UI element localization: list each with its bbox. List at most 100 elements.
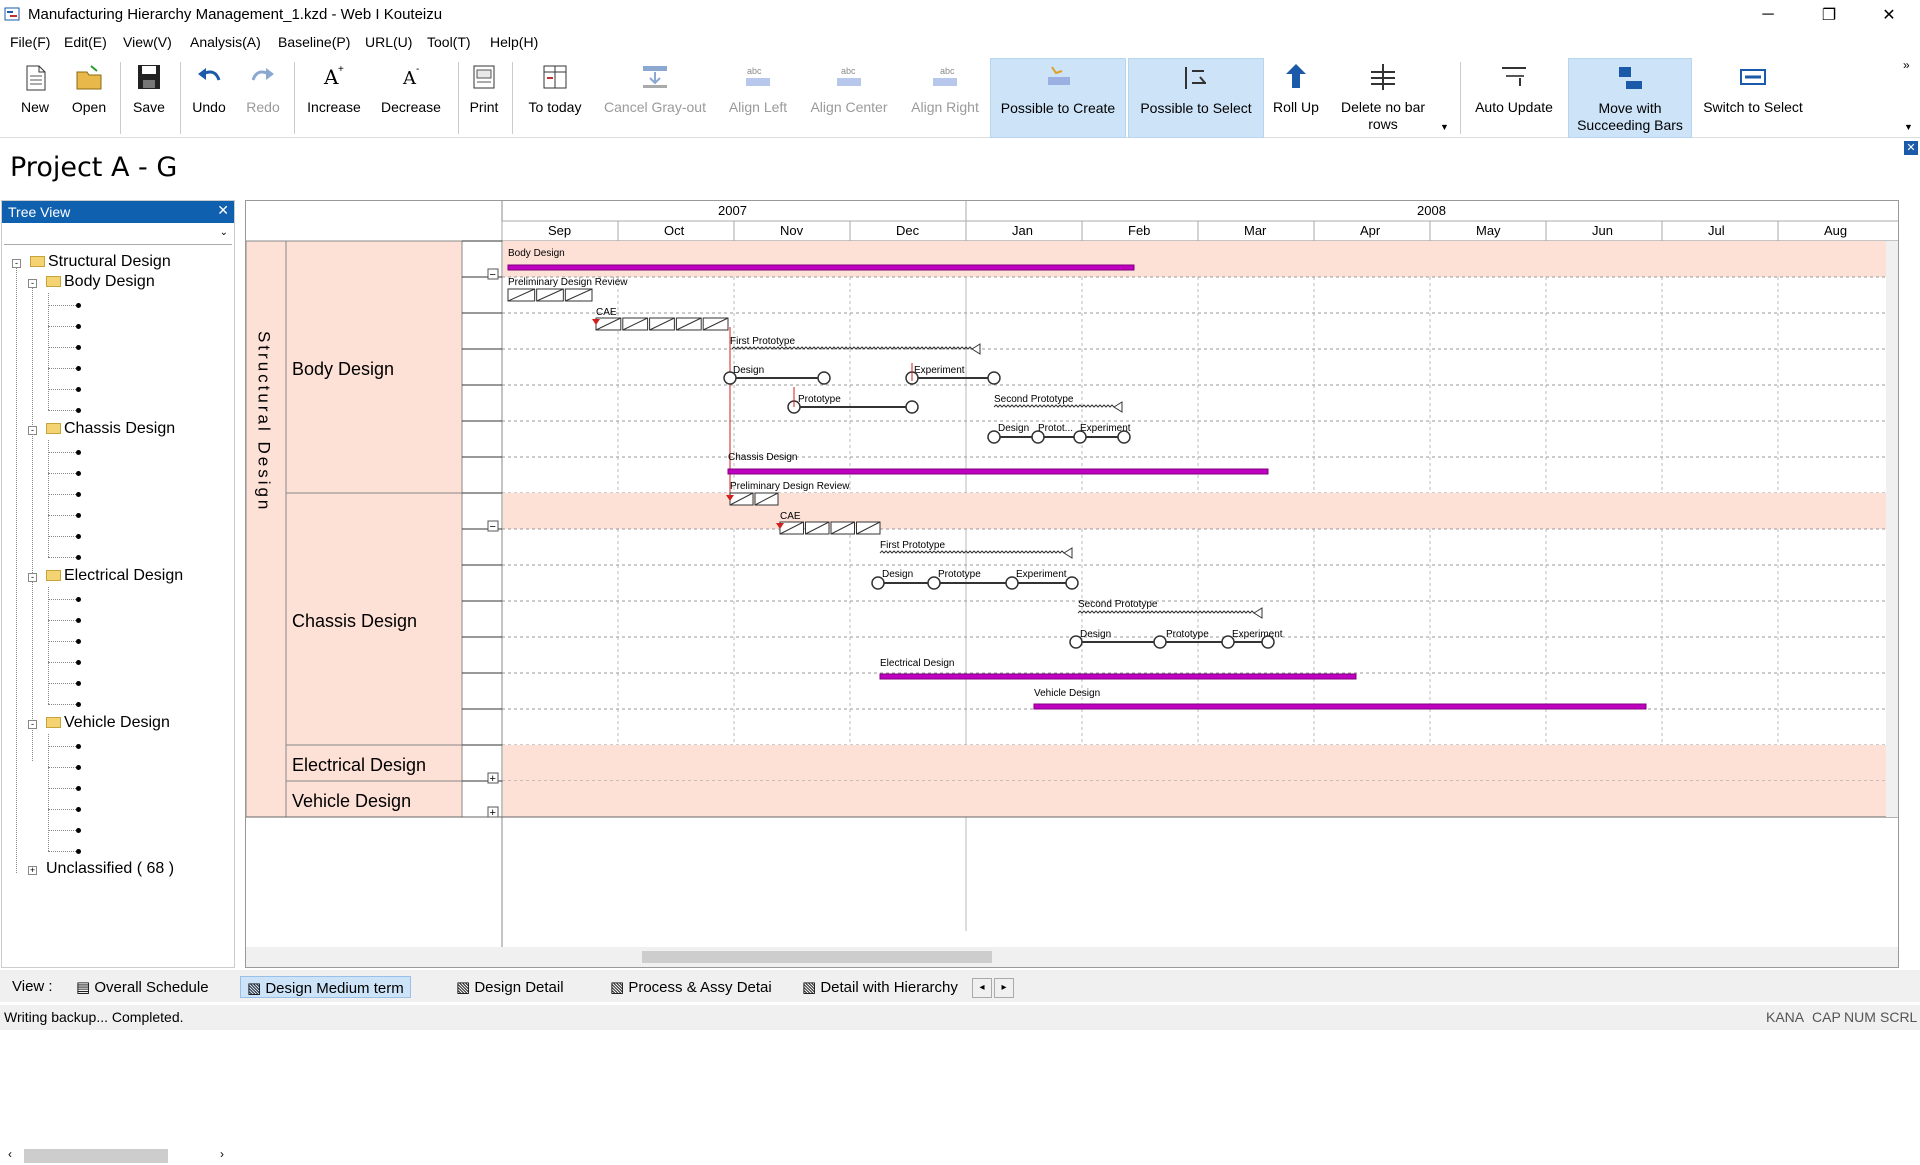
scroll-left-icon[interactable]: ‹ bbox=[8, 1147, 12, 1161]
redo-button[interactable]: Redo bbox=[240, 58, 286, 138]
tree-node[interactable]: Electrical Design bbox=[46, 567, 183, 585]
milestone-node[interactable] bbox=[817, 371, 831, 385]
tree-leaf[interactable] bbox=[76, 828, 81, 833]
tab-scroll-left-icon[interactable]: ◂ bbox=[972, 978, 992, 998]
milestone-node[interactable] bbox=[1153, 635, 1167, 649]
tree-leaf[interactable] bbox=[76, 366, 81, 371]
tree-leaf[interactable] bbox=[76, 534, 81, 539]
menu-file[interactable]: File(F) bbox=[10, 34, 50, 50]
close-panel-icon[interactable]: ✕ bbox=[1904, 141, 1918, 155]
menu-edit[interactable]: Edit(E) bbox=[64, 34, 107, 50]
align-right-button[interactable]: abc Align Right bbox=[902, 58, 988, 138]
tree-leaf[interactable] bbox=[76, 744, 81, 749]
menu-help[interactable]: Help(H) bbox=[490, 34, 538, 50]
align-left-button[interactable]: abc Align Left bbox=[720, 58, 796, 138]
auto-update-button[interactable]: Auto Update bbox=[1466, 58, 1562, 138]
possible-to-create-button[interactable]: Possible to Create bbox=[990, 58, 1126, 138]
tree-leaf[interactable] bbox=[76, 555, 81, 560]
scroll-thumb[interactable] bbox=[24, 1149, 168, 1163]
maximize-button[interactable]: ❐ bbox=[1806, 0, 1852, 30]
tree-leaf[interactable] bbox=[76, 660, 81, 665]
collapse-toggle-icon[interactable]: − bbox=[490, 521, 496, 533]
tree-leaf[interactable] bbox=[76, 618, 81, 623]
tree-node[interactable]: Unclassified ( 68 ) bbox=[46, 860, 174, 878]
cancel-grayout-button[interactable]: Cancel Gray-out bbox=[598, 58, 712, 138]
tree-leaf[interactable] bbox=[76, 324, 81, 329]
new-button[interactable]: New bbox=[12, 58, 58, 138]
milestone-line[interactable] bbox=[993, 404, 1115, 408]
tree-leaf[interactable] bbox=[76, 765, 81, 770]
tree-horizontal-scrollbar[interactable]: ‹ › bbox=[4, 1145, 234, 1165]
tree-leaf[interactable] bbox=[76, 681, 81, 686]
tree-leaf[interactable] bbox=[76, 807, 81, 812]
toolbar-overflow-icon[interactable]: » bbox=[1903, 58, 1910, 72]
tree-node[interactable]: Body Design bbox=[46, 273, 155, 291]
tab-design-detail[interactable]: ▧ Design Detail bbox=[450, 976, 570, 998]
milestone-node[interactable] bbox=[1117, 430, 1131, 444]
tree-node[interactable]: Chassis Design bbox=[46, 420, 175, 438]
close-tree-icon[interactable]: ✕ bbox=[217, 202, 229, 219]
toolbar-dropdown-icon[interactable]: ▼ bbox=[1904, 122, 1913, 132]
tree-leaf[interactable] bbox=[76, 450, 81, 455]
roll-up-button[interactable]: Roll Up bbox=[1266, 58, 1326, 138]
milestone-line[interactable] bbox=[879, 550, 1065, 554]
tree-leaf[interactable] bbox=[76, 702, 81, 707]
to-today-button[interactable]: To today bbox=[520, 58, 590, 138]
expand-toggle-icon[interactable]: - bbox=[12, 259, 21, 268]
tree-leaf[interactable] bbox=[76, 513, 81, 518]
tree-leaf[interactable] bbox=[76, 303, 81, 308]
expand-toggle-icon[interactable]: - bbox=[28, 279, 37, 288]
tab-overall-schedule[interactable]: ▤ Overall Schedule bbox=[70, 976, 215, 998]
decrease-button[interactable]: A- Decrease bbox=[376, 58, 446, 138]
tree-leaf[interactable] bbox=[76, 387, 81, 392]
tree-node[interactable]: Vehicle Design bbox=[46, 714, 170, 732]
collapse-toggle-icon[interactable]: + bbox=[490, 773, 496, 785]
milestone-node[interactable] bbox=[1261, 635, 1275, 649]
milestone-node[interactable] bbox=[871, 576, 885, 590]
menu-baseline[interactable]: Baseline(P) bbox=[278, 34, 350, 50]
tree-leaf[interactable] bbox=[76, 471, 81, 476]
milestone-node[interactable] bbox=[723, 371, 737, 385]
gantt-chart[interactable]: 2007 2008 Sep Oct Nov Dec Jan Feb Mar Apr May Jun Ju… bbox=[246, 201, 1899, 968]
menu-analysis[interactable]: Analysis(A) bbox=[190, 34, 261, 50]
increase-button[interactable]: A + Increase bbox=[304, 58, 364, 138]
summary-bar[interactable] bbox=[1033, 703, 1647, 710]
summary-bar[interactable] bbox=[879, 673, 1357, 680]
tab-scroll-right-icon[interactable]: ▸ bbox=[994, 978, 1014, 998]
tab-design-medium-term[interactable]: ▧ Design Medium term bbox=[240, 976, 411, 998]
milestone-node[interactable] bbox=[1069, 635, 1083, 649]
delete-rows-dropdown-icon[interactable]: ▼ bbox=[1440, 122, 1449, 132]
tree-leaf[interactable] bbox=[76, 597, 81, 602]
vertical-scrollbar[interactable] bbox=[1886, 241, 1899, 817]
milestone-node[interactable] bbox=[987, 371, 1001, 385]
scroll-thumb[interactable] bbox=[642, 951, 992, 963]
minimize-button[interactable]: ─ bbox=[1745, 0, 1791, 30]
undo-button[interactable]: Undo bbox=[186, 58, 232, 138]
milestone-line[interactable] bbox=[1077, 610, 1255, 614]
milestone-node[interactable] bbox=[987, 430, 1001, 444]
move-succeeding-bars-button[interactable]: Move with Succeeding Bars bbox=[1568, 58, 1692, 138]
save-button[interactable]: Save bbox=[124, 58, 174, 138]
collapse-toggle-icon[interactable]: − bbox=[490, 269, 496, 281]
align-center-button[interactable]: abc Align Center bbox=[804, 58, 894, 138]
switch-to-select-button[interactable]: Switch to Select bbox=[1698, 58, 1808, 138]
tree-node[interactable]: Structural Design bbox=[30, 253, 171, 271]
summary-bar[interactable] bbox=[507, 264, 1135, 271]
tree-leaf[interactable] bbox=[76, 345, 81, 350]
expand-toggle-icon[interactable]: - bbox=[28, 426, 37, 435]
close-window-button[interactable]: ✕ bbox=[1866, 0, 1912, 30]
tree-leaf[interactable] bbox=[76, 849, 81, 854]
summary-bar[interactable] bbox=[727, 468, 1269, 475]
delete-no-bar-rows-button[interactable]: Delete no bar rows bbox=[1330, 58, 1436, 138]
menu-view[interactable]: View(V) bbox=[123, 34, 172, 50]
expand-toggle-icon[interactable]: + bbox=[28, 866, 37, 875]
open-button[interactable]: Open bbox=[64, 58, 114, 138]
expand-toggle-icon[interactable]: - bbox=[28, 573, 37, 582]
tree-leaf[interactable] bbox=[76, 408, 81, 413]
scroll-right-icon[interactable]: › bbox=[220, 1147, 224, 1161]
tree-leaf[interactable] bbox=[76, 492, 81, 497]
possible-to-select-button[interactable]: Possible to Select bbox=[1128, 58, 1264, 138]
milestone-line[interactable] bbox=[731, 346, 973, 350]
menu-url[interactable]: URL(U) bbox=[365, 34, 412, 50]
expand-toggle-icon[interactable]: - bbox=[28, 720, 37, 729]
